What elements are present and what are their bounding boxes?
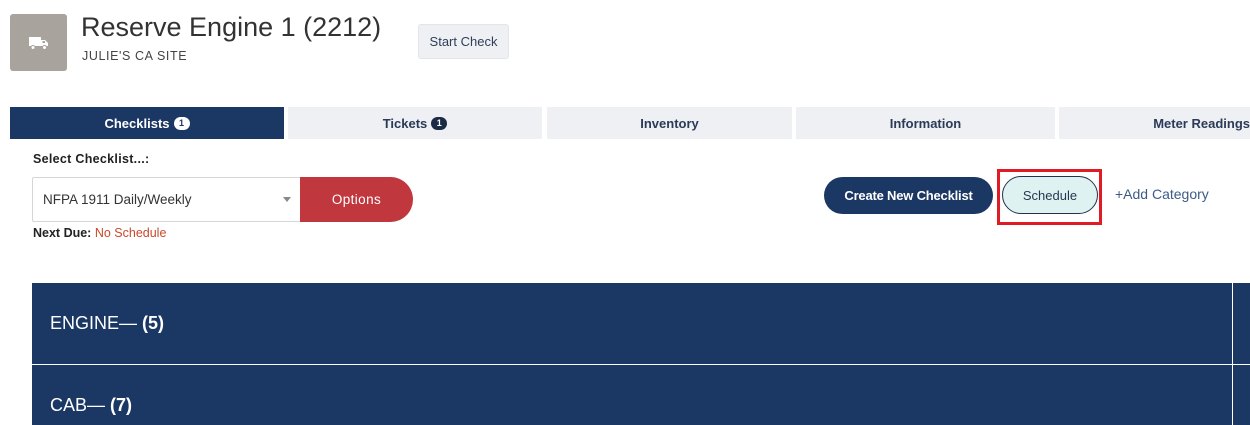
tab-bar: Checklists 1 Tickets 1 Inventory Informa… xyxy=(10,107,1250,139)
start-check-button[interactable]: Start Check xyxy=(418,24,509,59)
vehicle-avatar xyxy=(10,14,67,71)
create-new-checklist-button[interactable]: Create New Checklist xyxy=(824,177,993,214)
tab-tickets[interactable]: Tickets 1 xyxy=(288,107,542,139)
checklist-select[interactable]: NFPA 1911 Daily/Weekly xyxy=(32,177,300,222)
category-name: CAB xyxy=(50,395,88,415)
category-separator: — xyxy=(87,395,106,415)
next-due-label: Next Due: xyxy=(33,226,92,240)
category-engine[interactable]: ENGINE — (5) xyxy=(32,283,1232,364)
category-engine-edge xyxy=(1233,283,1250,364)
tab-label: Tickets xyxy=(382,115,428,131)
schedule-button[interactable]: Schedule xyxy=(1002,176,1098,214)
add-category-link[interactable]: +Add Category xyxy=(1115,186,1209,202)
tab-inventory[interactable]: Inventory xyxy=(547,107,792,139)
category-count: (7) xyxy=(110,395,133,415)
tab-meter-readings[interactable]: Meter Readings xyxy=(1059,107,1250,139)
tab-checklists[interactable]: Checklists 1 xyxy=(10,107,284,139)
tab-information[interactable]: Information xyxy=(796,107,1055,139)
tab-badge: 1 xyxy=(173,116,190,130)
page-title: Reserve Engine 1 (2212) xyxy=(81,12,382,42)
next-due: Next Due: No Schedule xyxy=(33,226,166,240)
options-button[interactable]: Options xyxy=(300,177,413,222)
site-name: JULIE'S CA SITE xyxy=(82,49,188,63)
tab-label: Checklists xyxy=(104,115,170,131)
tab-label: Meter Readings xyxy=(1153,115,1250,131)
truck-icon xyxy=(28,36,48,50)
category-name: ENGINE xyxy=(50,313,120,333)
next-due-value: No Schedule xyxy=(94,226,167,240)
tab-label: Information xyxy=(889,115,962,131)
checklist-select-value: NFPA 1911 Daily/Weekly xyxy=(43,192,192,207)
tab-badge: 1 xyxy=(431,116,448,130)
category-cab[interactable]: CAB — (7) xyxy=(32,365,1232,425)
category-count: (5) xyxy=(142,313,165,333)
chevron-down-icon[interactable] xyxy=(283,197,291,202)
category-cab-edge xyxy=(1233,365,1250,425)
category-separator: — xyxy=(119,313,138,333)
tab-label: Inventory xyxy=(640,115,699,131)
select-checklist-label: Select Checklist...: xyxy=(33,152,150,166)
